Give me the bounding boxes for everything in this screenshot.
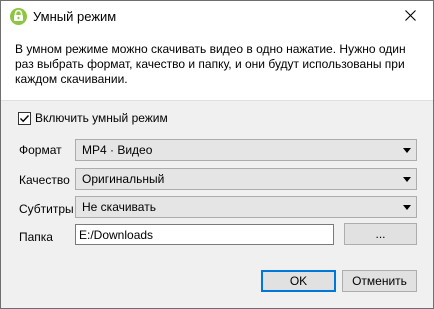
app-logo-icon <box>10 8 27 25</box>
quality-value: Оригинальный <box>82 172 165 186</box>
ok-button[interactable]: OK <box>261 270 336 292</box>
browse-button[interactable]: ... <box>344 223 417 245</box>
close-icon <box>404 9 416 24</box>
format-value: MP4 · Видео <box>82 143 153 157</box>
smart-mode-label: Включить умный режим <box>35 111 168 125</box>
subtitles-value: Не скачивать <box>82 200 156 214</box>
smart-mode-toggle[interactable]: Включить умный режим <box>18 111 168 125</box>
checkmark-icon <box>20 114 30 122</box>
folder-value: E:/Downloads <box>79 228 154 242</box>
cancel-button[interactable]: Отменить <box>342 270 417 292</box>
smart-mode-dialog: Умный режим В умном режиме можно скачива… <box>0 0 434 309</box>
format-select[interactable]: MP4 · Видео <box>75 139 417 161</box>
subtitles-label: Субтитры <box>19 202 74 216</box>
quality-select[interactable]: Оригинальный <box>75 168 417 190</box>
format-label: Формат <box>19 143 62 157</box>
folder-label: Папка <box>19 230 53 244</box>
folder-input[interactable]: E:/Downloads <box>75 224 334 245</box>
quality-label: Качество <box>19 173 70 187</box>
window-title: Умный режим <box>33 9 117 24</box>
chevron-down-icon <box>403 148 411 153</box>
info-text: В умном режиме можно скачивать видео в о… <box>15 42 406 86</box>
title-bar[interactable]: Умный режим <box>1 1 433 32</box>
chevron-down-icon <box>403 205 411 210</box>
subtitles-select[interactable]: Не скачивать <box>75 196 417 218</box>
info-panel: В умном режиме можно скачивать видео в о… <box>1 32 433 101</box>
close-button[interactable] <box>387 1 433 32</box>
smart-mode-checkbox[interactable] <box>18 111 31 125</box>
chevron-down-icon <box>403 177 411 182</box>
